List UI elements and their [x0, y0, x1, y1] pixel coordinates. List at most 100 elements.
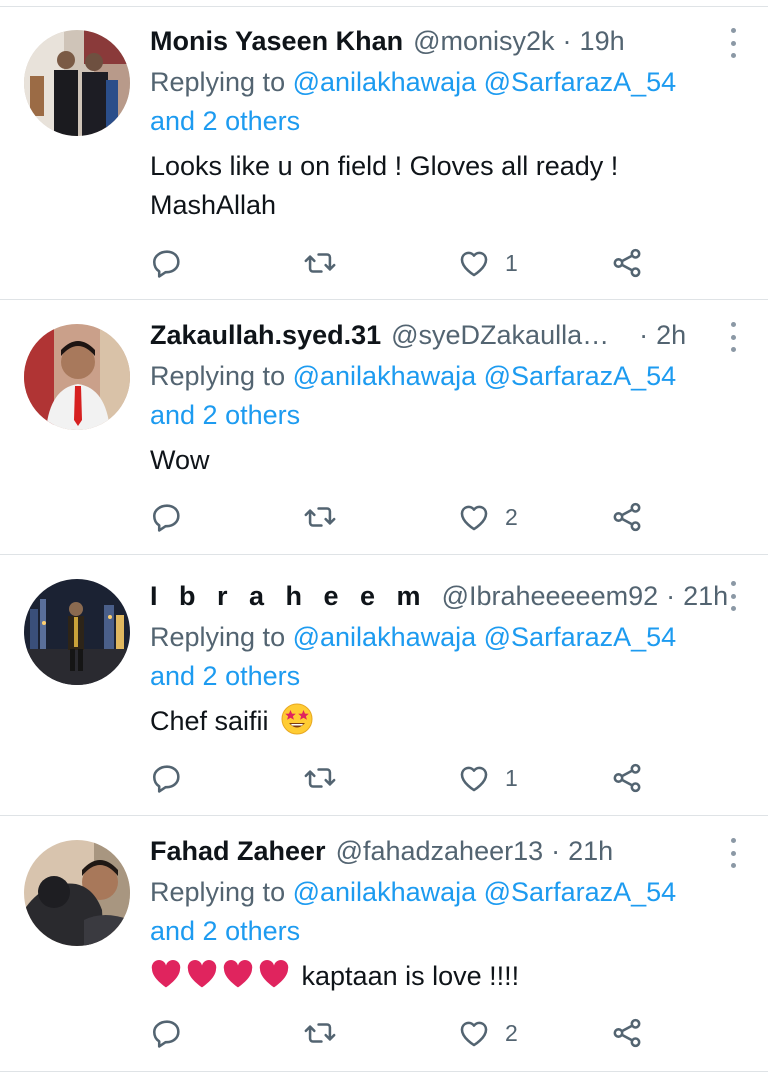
- reply-icon: [152, 1020, 180, 1048]
- more-options-icon[interactable]: [728, 322, 738, 352]
- reply-button[interactable]: [150, 243, 184, 283]
- heart-icon: [460, 505, 488, 531]
- action-bar: 2: [150, 497, 670, 537]
- more-options-icon[interactable]: [728, 28, 738, 58]
- tweet-header: Fahad Zaheer @fahadzaheer13 · 21h: [150, 834, 708, 868]
- mention-link[interactable]: @SarfarazA_54: [484, 877, 677, 907]
- tweet-reply[interactable]: Fahad Zaheer @fahadzaheer13 · 21h Replyi…: [0, 816, 768, 1072]
- timestamp[interactable]: 21h: [683, 579, 728, 613]
- tweet-reply[interactable]: I b r a h e e m @Ibraheeeeem92 · 21h Rep…: [0, 555, 768, 815]
- tweet-header: I b r a h e e m @Ibraheeeeem92 · 21h: [150, 579, 728, 613]
- mention-link[interactable]: @anilakhawaja: [293, 361, 477, 391]
- tweet-text-line: MashAllah: [150, 190, 277, 220]
- red-heart-emoji: [259, 960, 289, 988]
- reply-icon: [152, 765, 180, 793]
- tweet-text-line: kaptaan is love !!!!: [301, 961, 520, 991]
- share-icon: [613, 1018, 641, 1048]
- like-count: 2: [505, 1019, 518, 1046]
- handle[interactable]: @monisy2k: [413, 24, 554, 58]
- timestamp[interactable]: 2h: [656, 318, 686, 352]
- retweet-button[interactable]: [303, 1013, 337, 1053]
- avatar[interactable]: [24, 840, 130, 946]
- replying-to: Replying to @anilakhawaja @SarfarazA_54 …: [150, 618, 730, 696]
- retweet-icon: [304, 768, 336, 788]
- avatar[interactable]: [24, 579, 130, 685]
- mention-link[interactable]: @anilakhawaja: [293, 877, 477, 907]
- like-button[interactable]: 1: [457, 243, 518, 283]
- tweet-reply[interactable]: Zakaullah.syed.31 @syeDZakaullah95 · 2h …: [0, 300, 768, 554]
- avatar[interactable]: [24, 324, 130, 430]
- share-button[interactable]: [610, 758, 644, 798]
- reply-icon: [152, 250, 180, 278]
- action-bar: 1: [150, 758, 670, 798]
- tweet-header: Zakaullah.syed.31 @syeDZakaullah95 · 2h: [150, 318, 708, 352]
- handle[interactable]: @Ibraheeeeem92: [442, 579, 659, 613]
- others-link[interactable]: and 2 others: [150, 916, 300, 946]
- tweet-reply[interactable]: Monis Yaseen Khan @monisy2k · 19h Replyi…: [0, 0, 768, 300]
- reply-button[interactable]: [150, 497, 184, 537]
- reply-button[interactable]: [150, 1013, 184, 1053]
- others-link[interactable]: and 2 others: [150, 400, 300, 430]
- red-heart-emoji: [151, 960, 181, 988]
- display-name[interactable]: Monis Yaseen Khan: [150, 24, 403, 58]
- avatar[interactable]: [24, 30, 130, 136]
- tweet-text-line: Looks like u on field ! Gloves all ready…: [150, 151, 619, 181]
- mention-link[interactable]: @SarfarazA_54: [484, 622, 677, 652]
- like-button[interactable]: 2: [457, 1013, 518, 1053]
- divider: [0, 1071, 768, 1072]
- others-link[interactable]: and 2 others: [150, 661, 300, 691]
- retweet-button[interactable]: [303, 243, 337, 283]
- others-link[interactable]: and 2 others: [150, 106, 300, 136]
- heart-icon: [460, 1021, 488, 1047]
- display-name[interactable]: I b r a h e e m: [150, 579, 428, 613]
- mention-link[interactable]: @SarfarazA_54: [484, 67, 677, 97]
- reply-button[interactable]: [150, 758, 184, 798]
- tweet-header: Monis Yaseen Khan @monisy2k · 19h: [150, 24, 708, 58]
- handle[interactable]: @fahadzaheer13: [336, 834, 544, 868]
- timestamp[interactable]: 19h: [580, 24, 625, 58]
- share-icon: [613, 763, 641, 793]
- reply-icon: [152, 504, 180, 532]
- tweet-text: Wow: [150, 441, 710, 480]
- like-button[interactable]: 2: [457, 497, 518, 537]
- tweet-text-line: Chef saifii: [150, 706, 269, 736]
- replying-to-label: Replying to: [150, 877, 286, 907]
- share-button[interactable]: [610, 243, 644, 283]
- retweet-icon: [304, 253, 336, 273]
- retweet-button[interactable]: [303, 497, 337, 537]
- mention-link[interactable]: @anilakhawaja: [293, 67, 477, 97]
- like-count: 2: [505, 503, 518, 530]
- replying-to-label: Replying to: [150, 67, 286, 97]
- tweet-text: Looks like u on field ! Gloves all ready…: [150, 147, 710, 225]
- replies-feed: Monis Yaseen Khan @monisy2k · 19h Replyi…: [0, 0, 768, 1077]
- like-button[interactable]: 1: [457, 758, 518, 798]
- action-bar: 1: [150, 243, 670, 283]
- replying-to: Replying to @anilakhawaja @SarfarazA_54 …: [150, 357, 730, 435]
- more-options-icon[interactable]: [728, 838, 738, 868]
- like-count: 1: [505, 249, 518, 276]
- retweet-icon: [304, 507, 336, 527]
- action-bar: 2: [150, 1013, 670, 1053]
- handle[interactable]: @syeDZakaullah95: [391, 318, 619, 352]
- replying-to-label: Replying to: [150, 361, 286, 391]
- share-icon: [613, 502, 641, 532]
- more-options-icon[interactable]: [728, 581, 738, 611]
- display-name[interactable]: Zakaullah.syed.31: [150, 318, 381, 352]
- mention-link[interactable]: @anilakhawaja: [293, 622, 477, 652]
- tweet-text-line: Wow: [150, 445, 210, 475]
- retweet-icon: [304, 1023, 336, 1043]
- share-button[interactable]: [610, 1013, 644, 1053]
- star-struck-emoji: [281, 703, 313, 735]
- separator: ·: [562, 26, 572, 56]
- replying-to: Replying to @anilakhawaja @SarfarazA_54 …: [150, 873, 730, 951]
- red-heart-emoji: [187, 960, 217, 988]
- timestamp[interactable]: 21h: [568, 834, 613, 868]
- share-button[interactable]: [610, 497, 644, 537]
- share-icon: [613, 248, 641, 278]
- display-name[interactable]: Fahad Zaheer: [150, 834, 326, 868]
- heart-icon: [460, 251, 488, 277]
- separator: ·: [639, 320, 649, 350]
- retweet-button[interactable]: [303, 758, 337, 798]
- mention-link[interactable]: @SarfarazA_54: [484, 361, 677, 391]
- replying-to-label: Replying to: [150, 622, 286, 652]
